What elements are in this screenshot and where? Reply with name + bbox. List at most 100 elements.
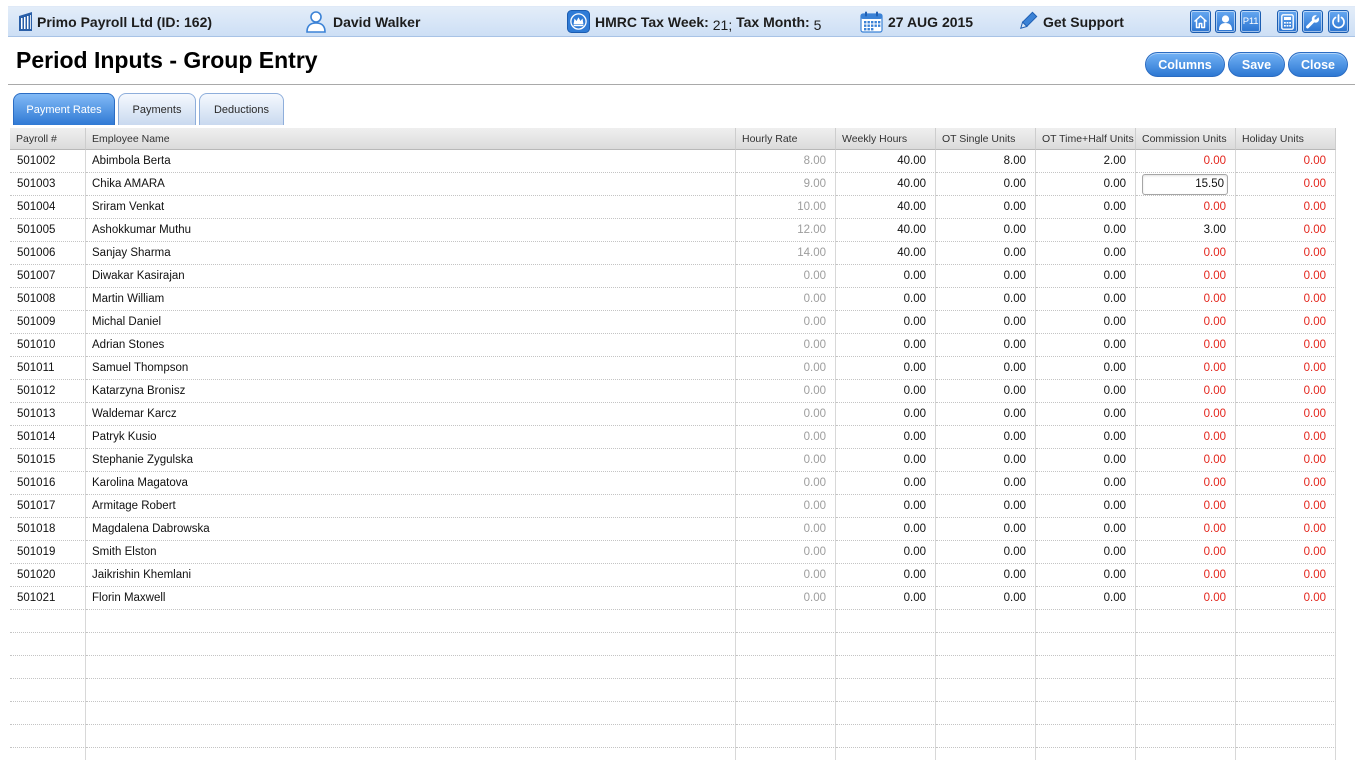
cell-ot-single-units[interactable]: 0.00 — [936, 242, 1036, 265]
cell-weekly-hours[interactable]: 0.00 — [836, 564, 936, 587]
save-button[interactable]: Save — [1228, 52, 1285, 77]
cell-ot-single-units[interactable]: 0.00 — [936, 426, 1036, 449]
cell-commission-units[interactable]: 0.00 — [1136, 426, 1236, 449]
cell-holiday-units[interactable]: 0.00 — [1236, 541, 1336, 564]
cell-holiday-units[interactable]: 0.00 — [1236, 173, 1336, 196]
cell-ot-time-half-units[interactable]: 0.00 — [1036, 472, 1136, 495]
cell-commission-units[interactable]: 0.00 — [1136, 288, 1236, 311]
cell-ot-time-half-units[interactable]: 0.00 — [1036, 219, 1136, 242]
cell-ot-time-half-units[interactable]: 0.00 — [1036, 288, 1136, 311]
cell-ot-single-units[interactable]: 0.00 — [936, 173, 1036, 196]
cell-weekly-hours[interactable]: 0.00 — [836, 541, 936, 564]
cell-weekly-hours[interactable]: 40.00 — [836, 196, 936, 219]
cell-ot-single-units[interactable]: 0.00 — [936, 288, 1036, 311]
cell-ot-time-half-units[interactable]: 0.00 — [1036, 265, 1136, 288]
cell-holiday-units[interactable]: 0.00 — [1236, 426, 1336, 449]
commission-units-input[interactable] — [1142, 173, 1228, 195]
cell-commission-units[interactable]: 0.00 — [1136, 380, 1236, 403]
cell-ot-time-half-units[interactable]: 0.00 — [1036, 380, 1136, 403]
cell-holiday-units[interactable]: 0.00 — [1236, 518, 1336, 541]
cell-ot-time-half-units[interactable]: 0.00 — [1036, 242, 1136, 265]
column-header-payroll-number[interactable]: Payroll # — [10, 128, 86, 150]
cell-commission-units[interactable]: 0.00 — [1136, 518, 1236, 541]
cell-ot-single-units[interactable]: 0.00 — [936, 403, 1036, 426]
cell-commission-units[interactable]: 0.00 — [1136, 150, 1236, 173]
columns-button[interactable]: Columns — [1145, 52, 1225, 77]
cell-holiday-units[interactable]: 0.00 — [1236, 150, 1336, 173]
user-profile-button[interactable] — [1215, 10, 1236, 33]
cell-ot-time-half-units[interactable]: 0.00 — [1036, 173, 1136, 196]
cell-commission-units[interactable]: 0.00 — [1136, 449, 1236, 472]
cell-ot-single-units[interactable]: 0.00 — [936, 265, 1036, 288]
cell-commission-units[interactable] — [1136, 173, 1236, 196]
cell-ot-time-half-units[interactable]: 0.00 — [1036, 357, 1136, 380]
cell-ot-single-units[interactable]: 0.00 — [936, 311, 1036, 334]
cell-ot-single-units[interactable]: 0.00 — [936, 196, 1036, 219]
cell-holiday-units[interactable]: 0.00 — [1236, 587, 1336, 610]
cell-ot-time-half-units[interactable]: 0.00 — [1036, 587, 1136, 610]
cell-commission-units[interactable]: 0.00 — [1136, 403, 1236, 426]
cell-holiday-units[interactable]: 0.00 — [1236, 449, 1336, 472]
cell-weekly-hours[interactable]: 0.00 — [836, 472, 936, 495]
cell-weekly-hours[interactable]: 0.00 — [836, 495, 936, 518]
cell-weekly-hours[interactable]: 40.00 — [836, 219, 936, 242]
cell-ot-single-units[interactable]: 0.00 — [936, 587, 1036, 610]
cell-ot-time-half-units[interactable]: 0.00 — [1036, 541, 1136, 564]
cell-commission-units[interactable]: 0.00 — [1136, 564, 1236, 587]
column-header-employee-name[interactable]: Employee Name — [86, 128, 736, 150]
home-button[interactable] — [1190, 10, 1211, 33]
cell-ot-single-units[interactable]: 0.00 — [936, 495, 1036, 518]
column-header-ot-time-half-units[interactable]: OT Time+Half Units — [1036, 128, 1136, 150]
column-header-ot-single-units[interactable]: OT Single Units — [936, 128, 1036, 150]
column-header-weekly-hours[interactable]: Weekly Hours — [836, 128, 936, 150]
cell-ot-single-units[interactable]: 0.00 — [936, 449, 1036, 472]
cell-ot-single-units[interactable]: 0.00 — [936, 357, 1036, 380]
cell-weekly-hours[interactable]: 40.00 — [836, 242, 936, 265]
cell-holiday-units[interactable]: 0.00 — [1236, 357, 1336, 380]
cell-weekly-hours[interactable]: 0.00 — [836, 587, 936, 610]
cell-ot-time-half-units[interactable]: 0.00 — [1036, 196, 1136, 219]
cell-holiday-units[interactable]: 0.00 — [1236, 311, 1336, 334]
cell-weekly-hours[interactable]: 40.00 — [836, 150, 936, 173]
cell-weekly-hours[interactable]: 0.00 — [836, 311, 936, 334]
p11-button[interactable]: P11 — [1240, 10, 1261, 33]
cell-ot-single-units[interactable]: 0.00 — [936, 380, 1036, 403]
cell-weekly-hours[interactable]: 0.00 — [836, 265, 936, 288]
cell-holiday-units[interactable]: 0.00 — [1236, 219, 1336, 242]
calculator-button[interactable] — [1277, 10, 1298, 33]
cell-holiday-units[interactable]: 0.00 — [1236, 495, 1336, 518]
cell-ot-single-units[interactable]: 0.00 — [936, 518, 1036, 541]
cell-holiday-units[interactable]: 0.00 — [1236, 242, 1336, 265]
cell-ot-single-units[interactable]: 0.00 — [936, 472, 1036, 495]
column-header-hourly-rate[interactable]: Hourly Rate — [736, 128, 836, 150]
cell-holiday-units[interactable]: 0.00 — [1236, 472, 1336, 495]
cell-commission-units[interactable]: 0.00 — [1136, 541, 1236, 564]
cell-weekly-hours[interactable]: 0.00 — [836, 426, 936, 449]
cell-ot-single-units[interactable]: 0.00 — [936, 564, 1036, 587]
cell-commission-units[interactable]: 0.00 — [1136, 311, 1236, 334]
cell-ot-time-half-units[interactable]: 0.00 — [1036, 426, 1136, 449]
tab-deductions[interactable]: Deductions — [199, 93, 284, 125]
settings-button[interactable] — [1302, 10, 1323, 33]
cell-commission-units[interactable]: 0.00 — [1136, 265, 1236, 288]
cell-weekly-hours[interactable]: 0.00 — [836, 449, 936, 472]
cell-commission-units[interactable]: 3.00 — [1136, 219, 1236, 242]
cell-commission-units[interactable]: 0.00 — [1136, 242, 1236, 265]
cell-ot-time-half-units[interactable]: 0.00 — [1036, 311, 1136, 334]
cell-ot-time-half-units[interactable]: 0.00 — [1036, 403, 1136, 426]
tab-payment-rates[interactable]: Payment Rates — [13, 93, 115, 125]
close-button[interactable]: Close — [1288, 52, 1348, 77]
cell-weekly-hours[interactable]: 0.00 — [836, 403, 936, 426]
cell-ot-time-half-units[interactable]: 0.00 — [1036, 334, 1136, 357]
cell-commission-units[interactable]: 0.00 — [1136, 472, 1236, 495]
cell-holiday-units[interactable]: 0.00 — [1236, 196, 1336, 219]
cell-ot-time-half-units[interactable]: 2.00 — [1036, 150, 1136, 173]
cell-weekly-hours[interactable]: 0.00 — [836, 334, 936, 357]
cell-weekly-hours[interactable]: 0.00 — [836, 357, 936, 380]
cell-ot-time-half-units[interactable]: 0.00 — [1036, 449, 1136, 472]
cell-ot-single-units[interactable]: 0.00 — [936, 334, 1036, 357]
cell-commission-units[interactable]: 0.00 — [1136, 334, 1236, 357]
cell-holiday-units[interactable]: 0.00 — [1236, 334, 1336, 357]
cell-weekly-hours[interactable]: 0.00 — [836, 380, 936, 403]
column-header-holiday-units[interactable]: Holiday Units — [1236, 128, 1336, 150]
